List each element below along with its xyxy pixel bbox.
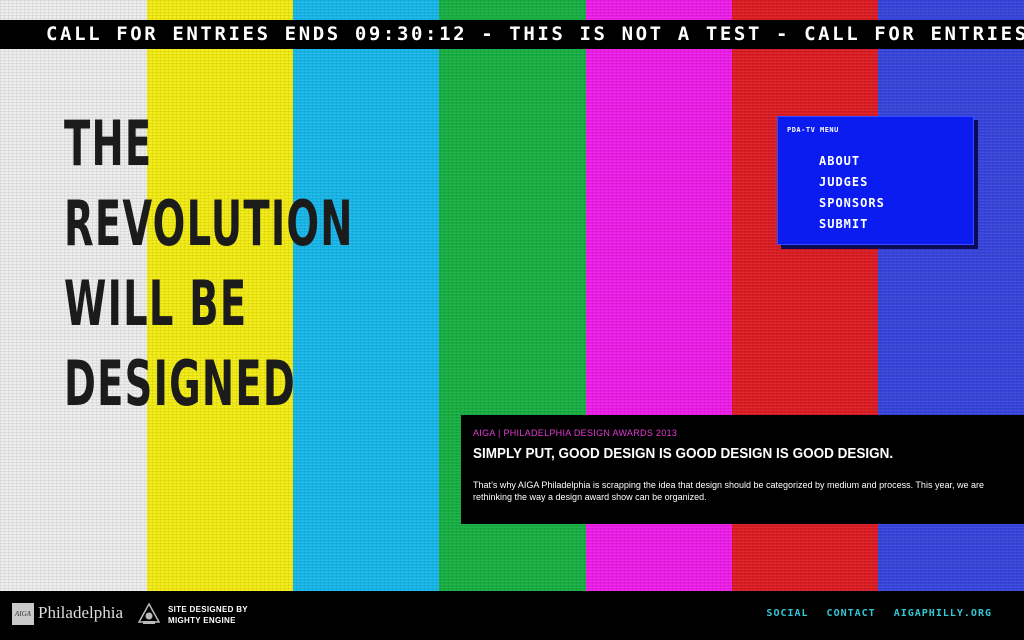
footer-link-contact[interactable]: CONTACT	[827, 608, 876, 619]
color-bar-magenta	[586, 0, 732, 640]
menu-item-sponsors[interactable]: SPONSORS	[819, 193, 885, 214]
headline-line: WILL BE	[64, 267, 248, 340]
menu-title: PDA-TV MENU	[787, 126, 839, 134]
site-credit[interactable]: SITE DESIGNED BY MIGHTY ENGINE	[168, 604, 248, 626]
intro-title: SIMPLY PUT, GOOD DESIGN IS GOOD DESIGN I…	[473, 445, 894, 462]
color-bar-cyan	[293, 0, 439, 640]
footer-bar: AIGA Philadelphia SITE DESIGNED BY MIGHT…	[0, 591, 1024, 640]
pda-tv-menu: PDA-TV MENU ABOUT JUDGES SPONSORS SUBMIT	[777, 116, 974, 245]
footer-link-social[interactable]: SOCIAL	[766, 608, 808, 619]
ticker-text: CALL FOR ENTRIES ENDS 09:30:12 - THIS IS…	[46, 23, 1024, 45]
intro-panel: AIGA | PHILADELPHIA DESIGN AWARDS 2013 S…	[461, 415, 1024, 524]
footer-link-aigaphilly[interactable]: AIGAPHILLY.ORG	[894, 608, 992, 619]
aiga-philadelphia-logo-text[interactable]: Philadelphia	[38, 603, 123, 623]
credit-line: SITE DESIGNED BY	[168, 605, 248, 614]
headline-line: REVOLUTION	[64, 187, 354, 260]
color-bar-red	[732, 0, 878, 640]
intro-body: That’s why AIGA Philadelphia is scrappin…	[473, 480, 984, 502]
menu-item-about[interactable]: ABOUT	[819, 151, 885, 172]
aiga-logo-icon[interactable]: AIGA	[12, 603, 34, 625]
intro-kicker: AIGA | PHILADELPHIA DESIGN AWARDS 2013	[473, 428, 678, 438]
color-bar-blue	[878, 0, 1024, 640]
mighty-engine-logo-icon[interactable]	[137, 602, 161, 626]
footer-links: SOCIAL CONTACT AIGAPHILLY.ORG	[766, 608, 992, 619]
headline-line: THE	[64, 107, 153, 180]
hero-headline: THE REVOLUTION WILL BE DESIGNED	[64, 104, 354, 424]
ticker-bar: CALL FOR ENTRIES ENDS 09:30:12 - THIS IS…	[0, 20, 1024, 49]
menu-item-submit[interactable]: SUBMIT	[819, 214, 885, 235]
menu-item-judges[interactable]: JUDGES	[819, 172, 885, 193]
menu-list: ABOUT JUDGES SPONSORS SUBMIT	[819, 151, 885, 235]
color-bar-green	[439, 0, 586, 640]
credit-line: MIGHTY ENGINE	[168, 616, 236, 625]
headline-line: DESIGNED	[64, 347, 296, 420]
